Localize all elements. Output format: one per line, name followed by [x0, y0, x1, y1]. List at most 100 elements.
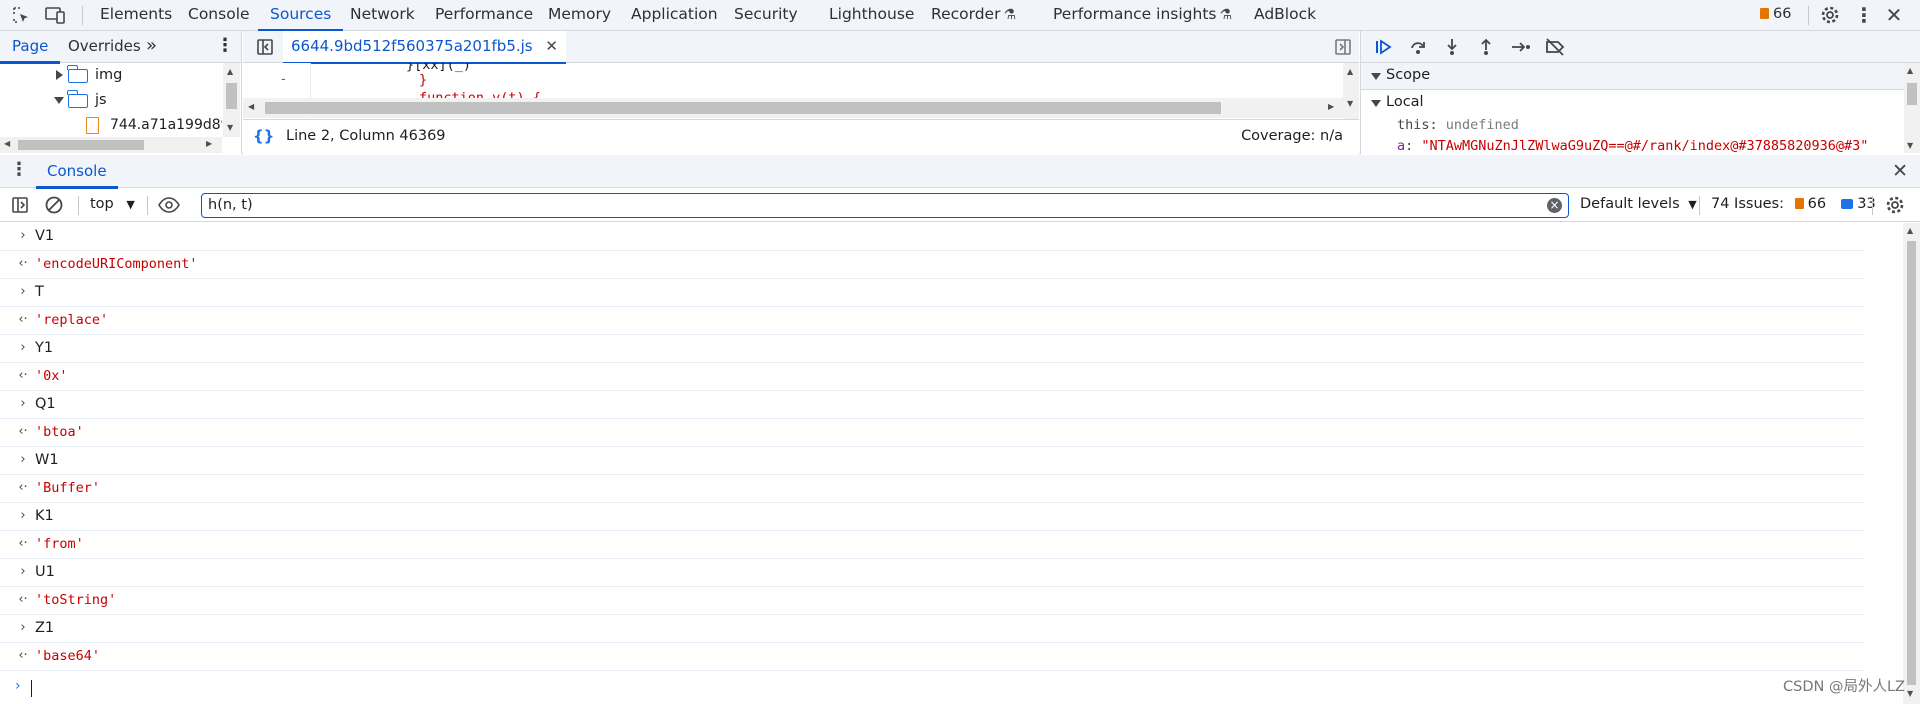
toggle-debugger-icon[interactable]: [1331, 35, 1355, 59]
navigator-vertical-scrollbar[interactable]: ▲ ▼: [223, 63, 240, 137]
scroll-down-icon[interactable]: ▼: [1347, 99, 1353, 108]
close-tab-icon[interactable]: ✕: [545, 37, 558, 55]
tab-elements[interactable]: Elements: [100, 0, 172, 31]
kebab-menu-icon[interactable]: ⋮: [216, 31, 234, 63]
console-result-row[interactable]: ‹· 'Buffer': [0, 475, 1864, 503]
console-filter-input[interactable]: h(n, t) ×: [201, 193, 1569, 218]
tab-sources[interactable]: Sources: [257, 0, 344, 32]
scroll-left-icon[interactable]: ◀: [4, 139, 10, 148]
pretty-print-icon[interactable]: {}: [253, 127, 274, 145]
console-result-row[interactable]: ‹· 'encodeURIComponent': [0, 251, 1864, 279]
scrollbar-thumb[interactable]: [1907, 83, 1917, 105]
tab-memory[interactable]: Memory: [548, 0, 611, 31]
inspect-element-icon[interactable]: [9, 3, 33, 27]
code-area[interactable]: - }[xx](_) } function v(t) { ◀ ▶: [243, 63, 1359, 119]
scroll-right-icon[interactable]: ▶: [1328, 102, 1334, 111]
console-scrollbar[interactable]: ▲ ▼: [1903, 223, 1920, 704]
scroll-down-icon[interactable]: ▼: [1907, 141, 1913, 150]
file-tab[interactable]: 6644.9bd512f560375a201fb5.js ✕: [283, 31, 566, 64]
step-icon[interactable]: [1509, 35, 1533, 59]
console-toolbar: top ▼ h(n, t) × Default levels ▼ 74 Issu…: [0, 189, 1920, 222]
tab-security[interactable]: Security: [734, 0, 798, 31]
scroll-up-icon[interactable]: ▲: [1907, 226, 1913, 235]
scope-section-header[interactable]: Scope: [1361, 63, 1904, 90]
toggle-navigator-icon[interactable]: [253, 35, 277, 59]
tree-item-file[interactable]: 744.a71a199d89: [0, 113, 222, 137]
tab-adblock[interactable]: AdBlock: [1254, 0, 1316, 31]
console-input-row[interactable]: › Q1: [0, 391, 1864, 419]
scroll-up-icon[interactable]: ▲: [1347, 67, 1353, 76]
editor-vertical-scrollbar[interactable]: ▲ ▼: [1343, 63, 1359, 119]
tab-page[interactable]: Page: [0, 31, 61, 64]
console-input-row[interactable]: › T: [0, 279, 1864, 307]
step-over-icon[interactable]: [1406, 35, 1430, 59]
kebab-menu-icon[interactable]: ⋮: [1852, 3, 1876, 27]
console-result-row[interactable]: ‹· 'toString': [0, 587, 1864, 615]
scroll-left-icon[interactable]: ◀: [248, 102, 254, 111]
tab-overrides[interactable]: Overrides: [68, 31, 141, 63]
gear-icon[interactable]: [1818, 3, 1842, 27]
scroll-right-icon[interactable]: ▶: [206, 139, 212, 148]
console-input-row[interactable]: › U1: [0, 559, 1864, 587]
issues-counter[interactable]: 66: [1760, 0, 1791, 31]
console-prompt[interactable]: ›: [0, 677, 1900, 701]
scope-var-a[interactable]: a: "NTAwMGNuZnJlZWlwaG9uZQ==@#/rank/inde…: [1397, 138, 1902, 154]
debugger-scrollbar[interactable]: ▲ ▼: [1904, 63, 1920, 153]
close-drawer-icon[interactable]: ✕: [1892, 160, 1908, 182]
editor-horizontal-scrollbar[interactable]: ◀ ▶: [243, 98, 1343, 118]
console-result-row[interactable]: ‹· 'base64': [0, 643, 1864, 671]
context-selector[interactable]: top ▼: [90, 196, 135, 212]
console-input-row[interactable]: › Y1: [0, 335, 1864, 363]
tab-performance[interactable]: Performance: [435, 0, 533, 31]
scroll-down-icon[interactable]: ▼: [227, 123, 233, 132]
clear-console-icon[interactable]: [42, 193, 66, 217]
toolbar-separator: [1808, 6, 1809, 25]
scrollbar-thumb[interactable]: [226, 83, 237, 109]
scrollbar-thumb[interactable]: [265, 102, 1221, 114]
tree-item-label: 744.a71a199d89: [110, 117, 222, 133]
tab-recorder[interactable]: Recorder ⚗: [931, 0, 1016, 31]
result-chevron-icon: ‹·: [18, 256, 28, 271]
tab-network[interactable]: Network: [350, 0, 415, 31]
clear-filter-icon[interactable]: ×: [1547, 198, 1562, 213]
close-icon[interactable]: ✕: [1882, 3, 1906, 27]
console-input-row[interactable]: › V1: [0, 223, 1864, 251]
tree-item-img[interactable]: img: [0, 63, 224, 87]
scrollbar-thumb[interactable]: [1907, 241, 1916, 685]
issues-warn-count: 66: [1807, 196, 1827, 212]
tree-item-js[interactable]: js: [0, 88, 224, 112]
navigator-horizontal-scrollbar[interactable]: ◀ ▶: [0, 137, 222, 153]
tab-lighthouse[interactable]: Lighthouse: [829, 0, 914, 31]
tab-performance-insights[interactable]: Performance insights ⚗: [1053, 0, 1232, 31]
console-input-row[interactable]: › Z1: [0, 615, 1864, 643]
scroll-up-icon[interactable]: ▲: [227, 67, 233, 76]
drawer-tab-console[interactable]: Console: [36, 155, 118, 189]
tab-console[interactable]: Console: [188, 0, 250, 31]
log-levels-dropdown[interactable]: Default levels ▼: [1580, 196, 1697, 212]
console-settings-gear-icon[interactable]: [1883, 193, 1907, 217]
live-expression-eye-icon[interactable]: [157, 193, 181, 217]
step-into-icon[interactable]: [1440, 35, 1464, 59]
scroll-down-icon[interactable]: ▼: [1907, 689, 1913, 698]
drawer-menu-icon[interactable]: ⋮: [10, 159, 28, 180]
console-result-row[interactable]: ‹· 'btoa': [0, 419, 1864, 447]
tab-application[interactable]: Application: [631, 0, 718, 31]
resume-icon[interactable]: [1371, 35, 1395, 59]
console-result-row[interactable]: ‹· 'replace': [0, 307, 1864, 335]
console-result-row[interactable]: ‹· '0x': [0, 363, 1864, 391]
device-toolbar-icon[interactable]: [43, 3, 67, 27]
console-message-text: 'toString': [35, 592, 117, 608]
console-message-text: Q1: [35, 396, 56, 412]
console-input-row[interactable]: › W1: [0, 447, 1864, 475]
console-issues-button[interactable]: 74 Issues: 66 33: [1711, 196, 1876, 212]
scroll-up-icon[interactable]: ▲: [1907, 66, 1913, 75]
step-out-icon[interactable]: [1474, 35, 1498, 59]
scrollbar-thumb[interactable]: [18, 140, 144, 150]
more-tabs-icon[interactable]: »: [146, 31, 157, 63]
deactivate-breakpoints-icon[interactable]: [1543, 35, 1567, 59]
console-result-row[interactable]: ‹· 'from': [0, 531, 1864, 559]
scope-var-this[interactable]: this: undefined: [1397, 117, 1519, 133]
dropdown-arrow-icon: ▼: [1688, 198, 1697, 211]
show-sidebar-icon[interactable]: [8, 193, 32, 217]
console-input-row[interactable]: › K1: [0, 503, 1864, 531]
